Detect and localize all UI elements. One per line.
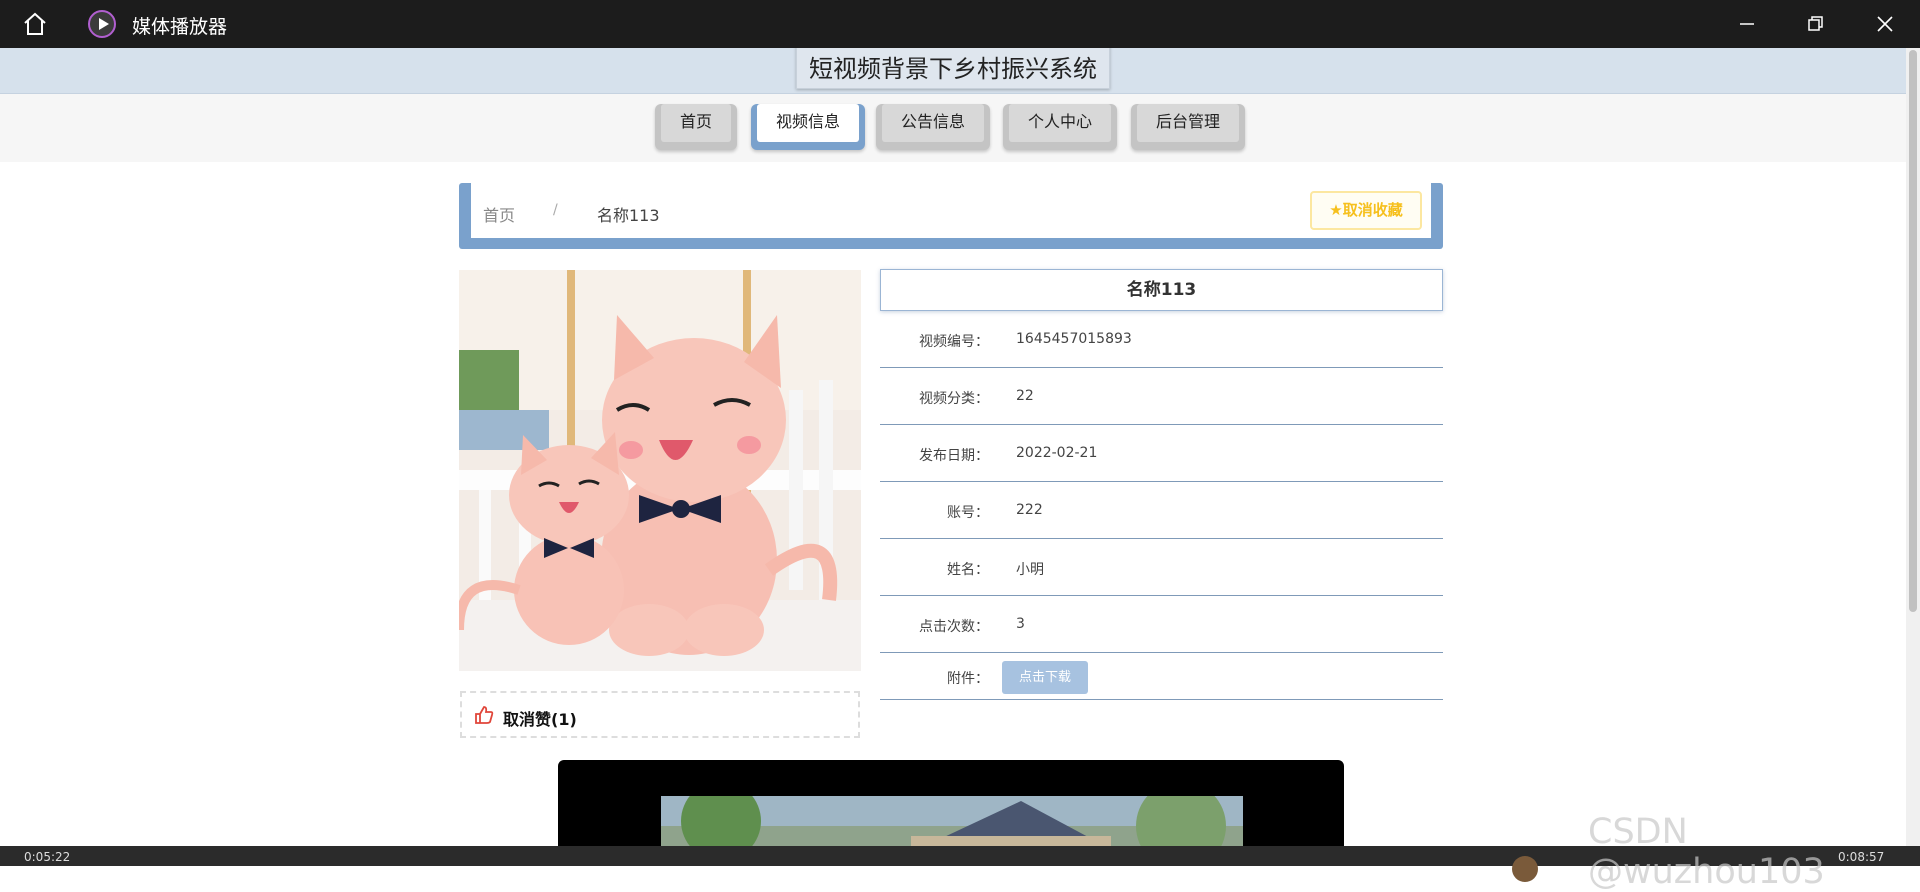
page-scrollbar[interactable] bbox=[1906, 48, 1920, 846]
detail-label: 附件： bbox=[947, 671, 989, 687]
unfavorite-label: 取消收藏 bbox=[1342, 201, 1403, 219]
download-button[interactable]: 点击下载 bbox=[1002, 661, 1088, 694]
detail-row-publish-date: 发布日期： 2022-02-21 bbox=[880, 425, 1443, 482]
close-icon[interactable] bbox=[1870, 10, 1900, 38]
nav-home-label: 首页 bbox=[661, 104, 731, 142]
nav-home[interactable]: 首页 bbox=[655, 104, 737, 150]
unlike-button[interactable]: 取消赞(1) bbox=[460, 691, 860, 738]
nav-video-info-label: 视频信息 bbox=[757, 104, 859, 142]
detail-value: 1645457015893 bbox=[1016, 331, 1132, 347]
detail-row-video-id: 视频编号： 1645457015893 bbox=[880, 311, 1443, 368]
detail-row-attachment: 附件： 点击下载 bbox=[880, 653, 1443, 700]
nav-personal-center-label: 个人中心 bbox=[1009, 104, 1111, 142]
detail-row-account: 账号： 222 bbox=[880, 482, 1443, 539]
main-nav: 首页 视频信息 公告信息 个人中心 后台管理 bbox=[0, 94, 1906, 162]
nav-personal-center[interactable]: 个人中心 bbox=[1003, 104, 1117, 150]
unfavorite-button[interactable]: ★取消收藏 bbox=[1310, 191, 1422, 230]
site-title: 短视频背景下乡村振兴系统 bbox=[796, 44, 1110, 89]
detail-value: 222 bbox=[1016, 502, 1043, 518]
detail-label: 发布日期： bbox=[919, 448, 989, 464]
detail-row-name: 姓名： 小明 bbox=[880, 539, 1443, 596]
detail-value: 小明 bbox=[1016, 562, 1044, 578]
watermark: CSDN @wuzhou103 bbox=[1588, 812, 1825, 892]
player-title-bar: 媒体播放器 bbox=[0, 0, 1920, 48]
breadcrumb-separator: / bbox=[553, 202, 558, 218]
scrollbar-thumb[interactable] bbox=[1909, 50, 1917, 612]
detail-label: 视频分类： bbox=[919, 391, 989, 407]
nav-admin[interactable]: 后台管理 bbox=[1131, 104, 1245, 150]
thumbs-up-icon bbox=[475, 706, 494, 724]
home-icon[interactable] bbox=[22, 11, 48, 37]
seek-knob[interactable] bbox=[1512, 856, 1538, 882]
detail-value: 2022-02-21 bbox=[1016, 445, 1098, 461]
detail-label: 点击次数： bbox=[919, 619, 989, 635]
detail-row-clicks: 点击次数： 3 bbox=[880, 596, 1443, 653]
elapsed-time: 0:05:22 bbox=[24, 850, 71, 864]
detail-label: 账号： bbox=[947, 505, 989, 521]
player-title: 媒体播放器 bbox=[132, 16, 228, 38]
detail-label: 姓名： bbox=[947, 562, 989, 578]
unlike-label: 取消赞(1) bbox=[503, 710, 577, 729]
detail-label: 视频编号： bbox=[919, 334, 989, 350]
nav-video-info[interactable]: 视频信息 bbox=[751, 104, 865, 150]
nav-announcements[interactable]: 公告信息 bbox=[876, 104, 990, 150]
video-cover-image bbox=[459, 270, 861, 671]
breadcrumb-current: 名称113 bbox=[597, 206, 660, 225]
detail-row-category: 视频分类： 22 bbox=[880, 368, 1443, 425]
restore-icon[interactable] bbox=[1800, 10, 1830, 38]
play-circle-icon bbox=[88, 10, 116, 38]
star-icon: ★ bbox=[1329, 201, 1343, 219]
breadcrumb-home-link[interactable]: 首页 bbox=[483, 202, 515, 226]
detail-value: 3 bbox=[1016, 616, 1025, 632]
detail-value: 22 bbox=[1016, 388, 1034, 404]
detail-title: 名称113 bbox=[880, 269, 1443, 311]
nav-admin-label: 后台管理 bbox=[1137, 104, 1239, 142]
nav-announcements-label: 公告信息 bbox=[882, 104, 984, 142]
minimize-icon[interactable] bbox=[1732, 10, 1762, 38]
